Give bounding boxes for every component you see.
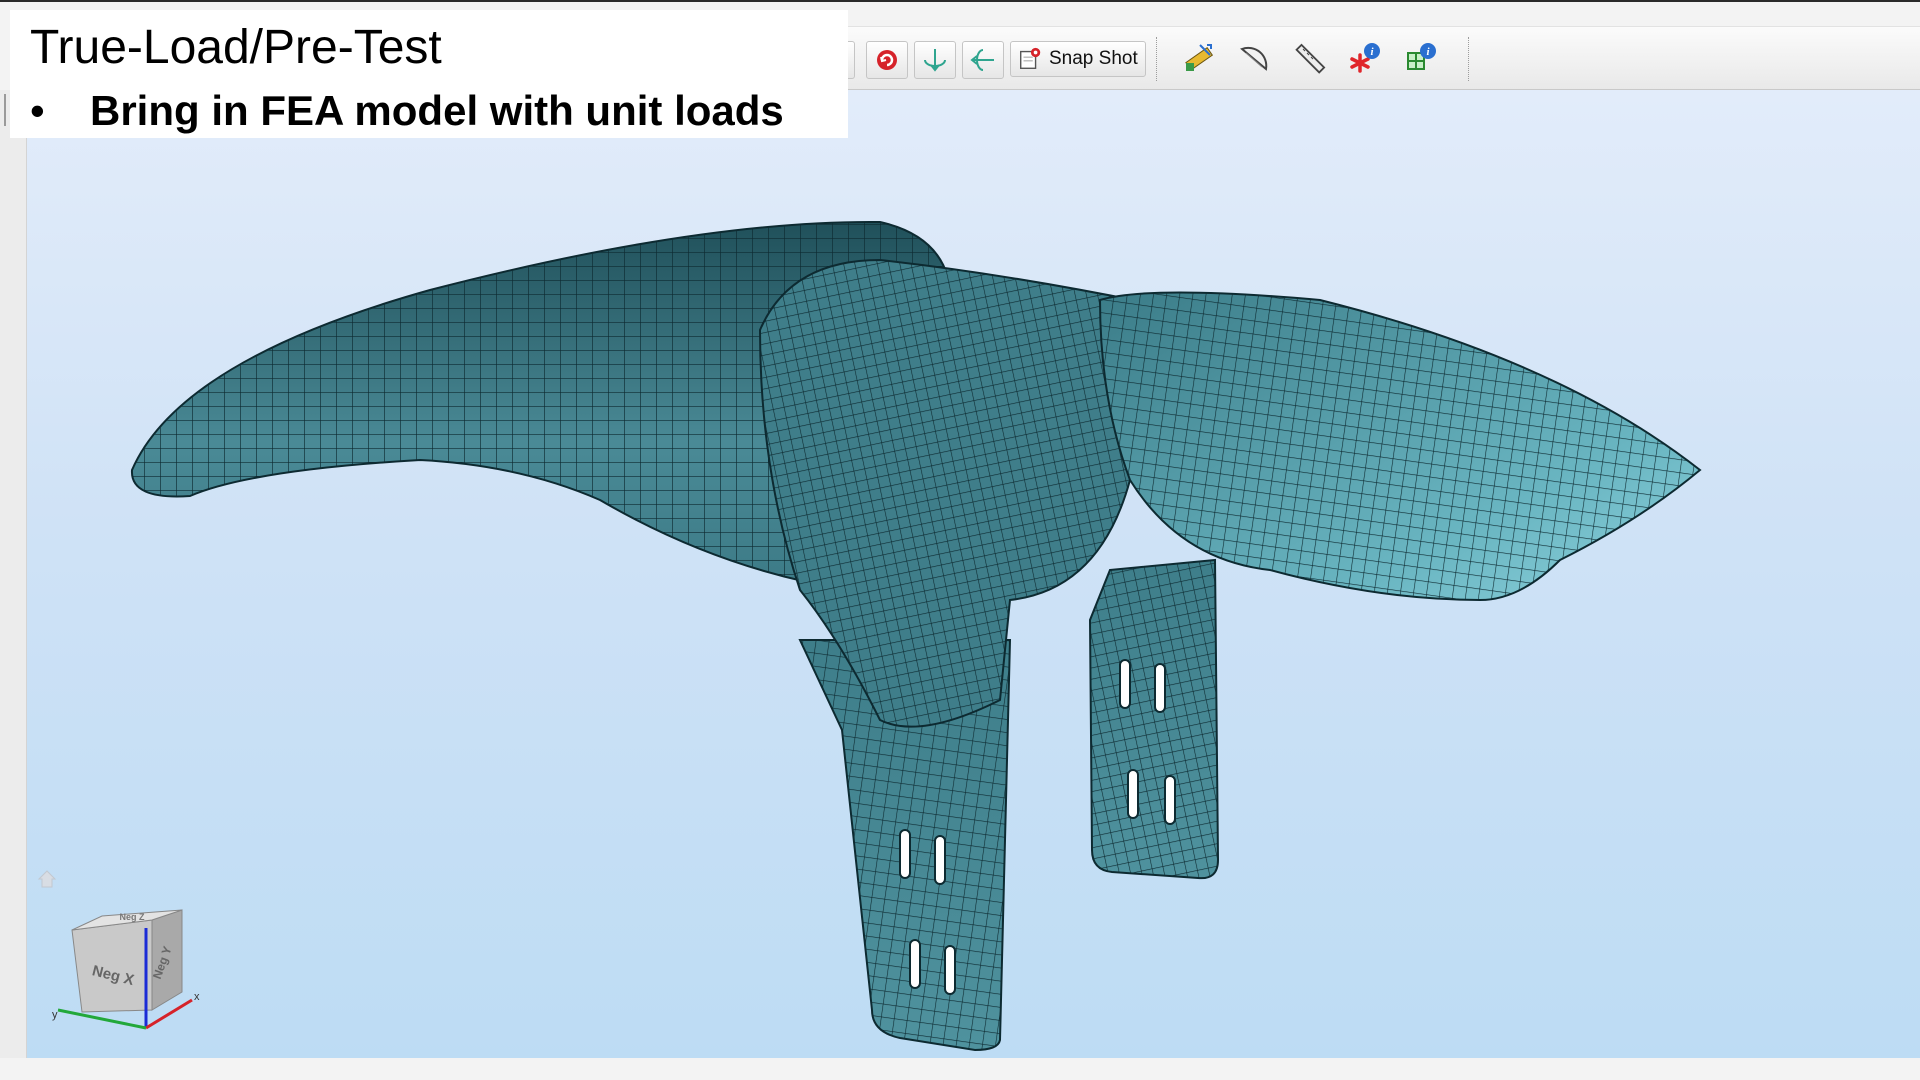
slide-bullet: • Bring in FEA model with unit loads [30, 90, 784, 132]
rear-mounting-bracket [1088, 558, 1220, 880]
ruler-measure-icon [1185, 44, 1214, 71]
slide-bullet-text: Bring in FEA model with unit loads [90, 87, 784, 134]
node-info-button[interactable]: i [1344, 39, 1388, 79]
slide-title: True-Load/Pre-Test [30, 21, 442, 74]
axis-x-label: x [194, 991, 200, 1003]
red-rotate-icon [877, 50, 897, 70]
element-info-icon: i [1407, 43, 1436, 70]
distance-button[interactable] [1288, 39, 1332, 79]
home-icon[interactable] [36, 868, 58, 890]
slide-title-overlay: True-Load/Pre-Test • Bring in FEA model w… [10, 10, 848, 138]
axis-left-icon [970, 49, 994, 71]
toolbar-separator [1156, 37, 1157, 81]
snapshot-button[interactable]: Snap Shot [1010, 41, 1146, 77]
axis-down-icon [924, 49, 946, 72]
fea-mesh-model[interactable] [27, 90, 1920, 1058]
ruler-line-icon [1295, 43, 1326, 74]
protractor-angle-icon [1240, 46, 1268, 71]
view-left-button[interactable] [962, 41, 1004, 79]
snapshot-label: Snap Shot [1049, 48, 1138, 69]
bullet-marker: • [30, 87, 45, 134]
angle-button[interactable] [1232, 39, 1276, 79]
node-info-icon: i [1350, 43, 1380, 73]
toolbar-separator [1468, 37, 1469, 81]
3d-viewport[interactable]: Neg X Neg Y Neg Z x y [27, 90, 1920, 1058]
measure-button[interactable] [1176, 39, 1220, 79]
viewer-toolbar: Snap Shot i i [840, 26, 1920, 90]
panel-marker [4, 94, 6, 126]
camera-snapshot-icon [1020, 47, 1041, 69]
orientation-cube[interactable]: Neg X Neg Y Neg Z x y [52, 900, 202, 1032]
left-side-panel [0, 90, 27, 1058]
view-down-button[interactable] [914, 41, 956, 79]
rotate-button[interactable] [866, 41, 908, 79]
axis-y-label: y [52, 1009, 58, 1021]
fender-rear-wing [1098, 291, 1702, 602]
cube-face-top: Neg Z [119, 912, 145, 922]
element-info-button[interactable]: i [1400, 39, 1444, 79]
